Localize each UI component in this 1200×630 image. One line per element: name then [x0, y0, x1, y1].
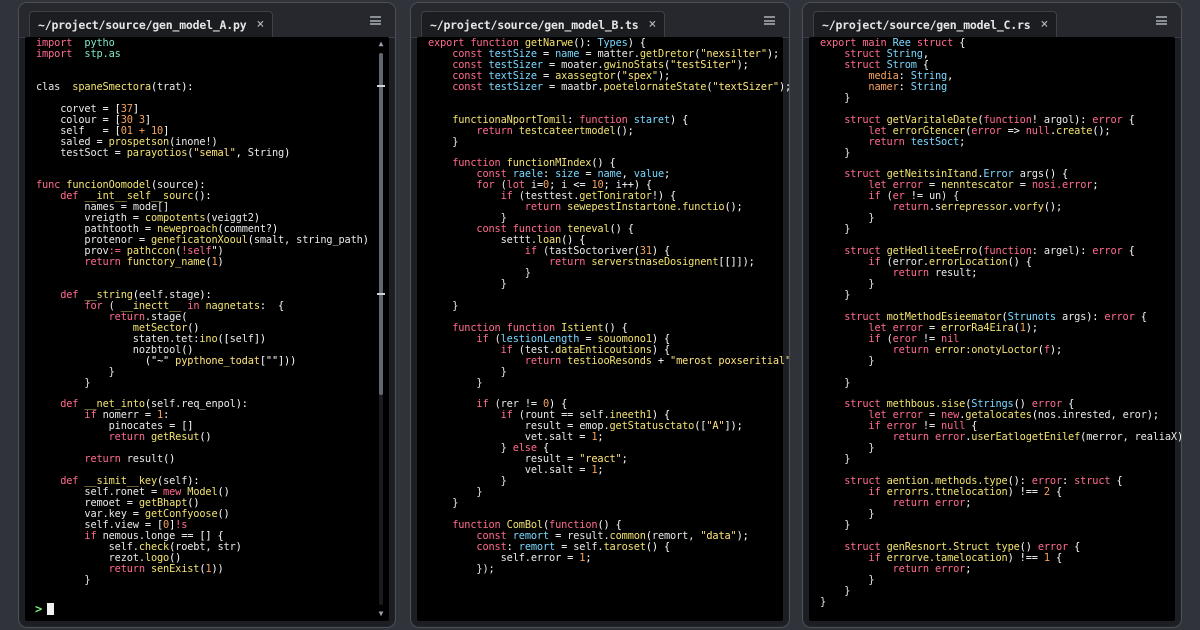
code-line: }); [428, 562, 495, 575]
code-line: } [820, 453, 851, 466]
editor-window-c: ~/project/source/gen_model_C.rs × export… [802, 2, 1182, 628]
editor-window-a: ~/project/source/gen_model_A.py × import… [18, 2, 396, 628]
prompt-symbol: > [35, 602, 43, 616]
code-line: } [428, 299, 459, 312]
vertical-scrollbar[interactable]: ▲ ▼ [376, 39, 386, 619]
code-content: import pytho import stp.as clas spaneSmec… [36, 38, 369, 586]
hamburger-menu-icon[interactable] [764, 16, 775, 25]
scroll-down-icon[interactable]: ▼ [376, 609, 386, 619]
text-cursor [47, 603, 55, 615]
code-line: return testcateertmodel(); [476, 124, 634, 137]
code-line: } [36, 573, 91, 586]
code-content: export main Ree struct { struct String, … [820, 38, 1181, 608]
code-line: } [820, 146, 851, 159]
close-icon[interactable]: × [1040, 17, 1048, 32]
tab-title: ~/project/source/gen_model_A.py [38, 17, 247, 32]
code-line: } [820, 573, 875, 586]
close-icon[interactable]: × [256, 17, 264, 32]
hamburger-menu-icon[interactable] [370, 16, 381, 25]
terminal-prompt[interactable]: > [35, 602, 55, 616]
tab-bar: ~/project/source/gen_model_B.ts × [411, 3, 789, 38]
tab-bar: ~/project/source/gen_model_A.py × [19, 3, 395, 38]
tab-bar: ~/project/source/gen_model_C.rs × [803, 3, 1181, 38]
code-content: export function getNarwe(): Types) { con… [428, 38, 790, 575]
code-editor[interactable]: export function getNarwe(): Types) { con… [417, 37, 789, 621]
code-line: testSoct = parayotios("semal", String) [36, 146, 291, 159]
code-line: } [820, 584, 851, 597]
scroll-up-icon[interactable]: ▲ [376, 39, 386, 49]
code-line: } [820, 507, 875, 520]
code-line: return getResut() [108, 431, 212, 444]
code-line: } [820, 223, 851, 236]
code-line: } [820, 91, 851, 104]
code-line: import stp.as [36, 47, 121, 60]
tab-title: ~/project/source/gen_model_B.ts [430, 17, 639, 32]
code-line: } [428, 376, 483, 389]
close-icon[interactable]: × [648, 17, 656, 32]
code-line: } [820, 518, 851, 531]
code-line: } [820, 595, 827, 608]
scroll-track[interactable] [377, 53, 385, 605]
code-line: } [428, 135, 459, 148]
code-line: } [428, 277, 507, 290]
editor-window-b: ~/project/source/gen_model_B.ts × export… [410, 2, 790, 628]
code-line: } [820, 354, 875, 367]
code-line: } [820, 212, 875, 225]
tab-title: ~/project/source/gen_model_C.rs [822, 17, 1031, 32]
file-tab[interactable]: ~/project/source/gen_model_C.rs × [813, 11, 1058, 37]
scroll-marker [377, 293, 385, 295]
code-line: } [36, 376, 91, 389]
code-line: return functory_name(1) [84, 256, 224, 269]
code-line: } [428, 486, 483, 499]
file-tab[interactable]: ~/project/source/gen_model_A.py × [29, 11, 274, 37]
hamburger-menu-icon[interactable] [1156, 16, 1167, 25]
scroll-thumb[interactable] [379, 53, 383, 396]
code-line: } [820, 277, 875, 290]
code-line: namer: String [868, 80, 948, 93]
code-line: } [820, 442, 875, 455]
code-line: } [428, 497, 459, 510]
code-line: clas spaneSmectora(trat): [36, 80, 194, 93]
code-line: return result() [84, 453, 176, 466]
file-tab[interactable]: ~/project/source/gen_model_B.ts × [421, 11, 666, 37]
code-line: const testSizer = maatbr.poetelornateSta… [452, 80, 790, 93]
scroll-marker [377, 85, 385, 87]
code-line: } [820, 288, 851, 301]
code-line: return testSoct; [868, 135, 966, 148]
code-editor[interactable]: export main Ree struct { struct String, … [809, 37, 1181, 621]
code-line: } [820, 376, 851, 389]
code-editor[interactable]: import pytho import stp.as clas spaneSmec… [25, 37, 389, 621]
